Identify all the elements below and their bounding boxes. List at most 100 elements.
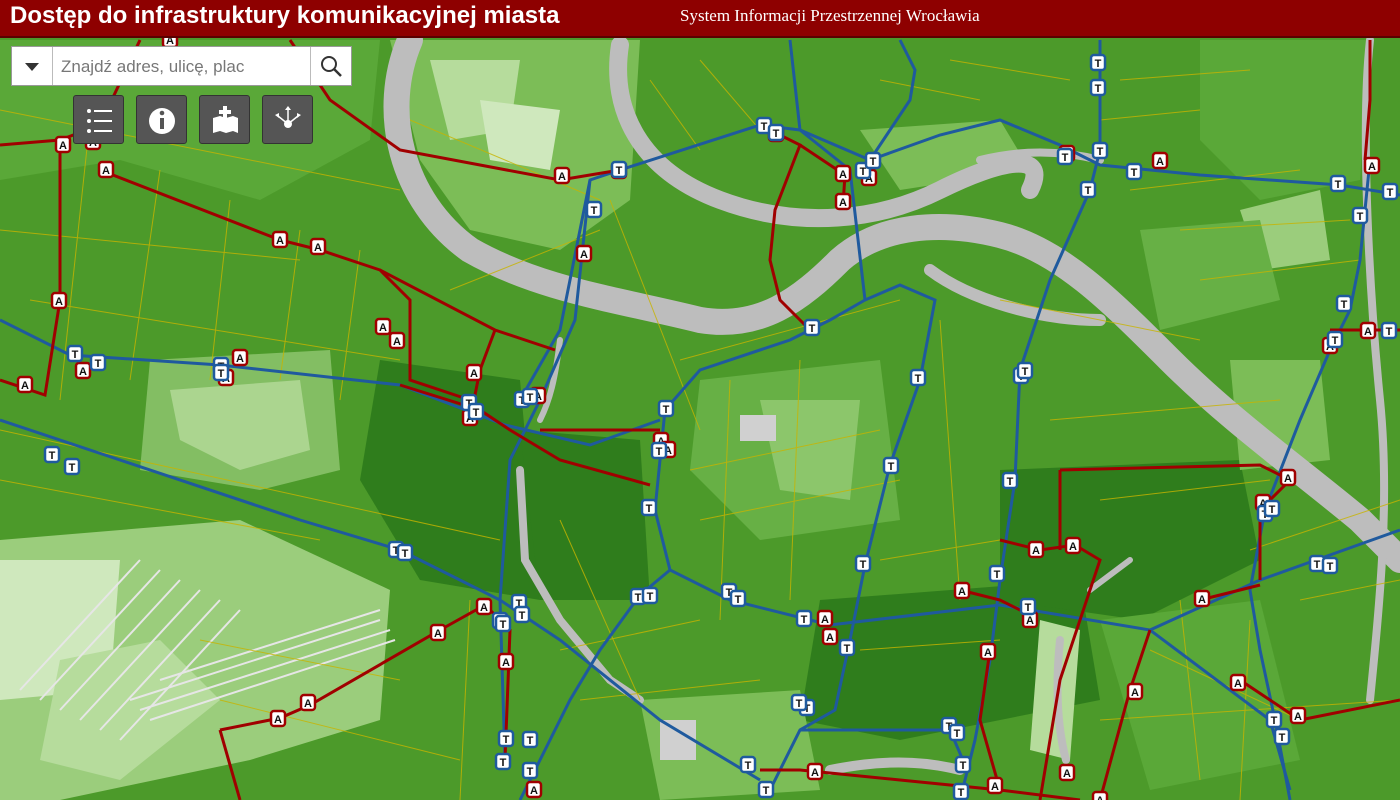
bus-stop-marker[interactable]: A xyxy=(834,164,852,183)
tram-stop-marker[interactable]: T xyxy=(1380,321,1398,340)
tram-stop-marker[interactable]: T xyxy=(1019,597,1037,616)
bus-stop-marker[interactable]: A xyxy=(299,693,317,712)
tram-stop-marker[interactable]: T xyxy=(954,755,972,774)
bus-stop-marker[interactable]: A xyxy=(269,709,287,728)
tram-stop-marker[interactable]: T xyxy=(838,638,856,657)
bus-stop-marker[interactable]: A xyxy=(50,291,68,310)
info-button[interactable] xyxy=(136,95,187,144)
tram-stop-marker[interactable]: T xyxy=(739,755,757,774)
bus-stop-marker[interactable]: A xyxy=(309,237,327,256)
bus-stop-marker[interactable]: A xyxy=(1289,706,1307,725)
bus-stop-marker[interactable]: A xyxy=(834,192,852,211)
tram-stop-marker[interactable]: T xyxy=(1089,78,1107,97)
tram-stop-marker[interactable]: T xyxy=(494,752,512,771)
bus-stop-marker[interactable]: A xyxy=(1359,321,1377,340)
tram-stop-marker[interactable]: T xyxy=(757,780,775,799)
tram-stop-marker[interactable]: T xyxy=(790,693,808,712)
tram-stop-marker[interactable]: T xyxy=(1335,294,1353,313)
bus-stop-marker[interactable]: A xyxy=(475,597,493,616)
tram-stop-marker[interactable]: T xyxy=(610,160,628,179)
bus-stop-marker[interactable]: A xyxy=(1027,540,1045,559)
tram-stop-marker[interactable]: T xyxy=(89,353,107,372)
search-source-dropdown[interactable] xyxy=(12,47,53,85)
map-canvas[interactable]: AAAAAAAAAAAAA AAAAAAAAAAAAAA AAAAAAAAAAAAA… xyxy=(0,38,1400,800)
bus-stop-marker[interactable]: A xyxy=(497,652,515,671)
bus-stop-marker[interactable]: A xyxy=(465,363,483,382)
tram-stop-marker[interactable]: T xyxy=(729,589,747,608)
bus-stop-marker[interactable]: A xyxy=(1058,763,1076,782)
bus-stop-marker[interactable]: A xyxy=(1229,673,1247,692)
tram-stop-marker[interactable]: T xyxy=(585,200,603,219)
bus-stop-marker[interactable]: A xyxy=(816,609,834,628)
bus-stop-marker[interactable]: A xyxy=(374,317,392,336)
tram-stop-marker[interactable]: T xyxy=(1321,556,1339,575)
tram-stop-marker[interactable]: T xyxy=(803,318,821,337)
bus-stop-marker[interactable]: A xyxy=(429,623,447,642)
bus-stop-marker[interactable]: A xyxy=(1091,790,1109,800)
tram-stop-marker[interactable]: T xyxy=(909,368,927,387)
tram-stop-marker[interactable]: T xyxy=(864,151,882,170)
tram-stop-marker[interactable]: T xyxy=(1273,727,1291,746)
tram-stop-marker[interactable]: T xyxy=(657,399,675,418)
tram-stop-marker[interactable]: T xyxy=(212,363,230,382)
tram-stop-marker[interactable]: T xyxy=(1263,499,1281,518)
tram-stop-marker[interactable]: T xyxy=(66,344,84,363)
tram-stop-marker[interactable]: T xyxy=(521,387,539,406)
tram-stop-marker[interactable]: T xyxy=(467,402,485,421)
bus-stop-marker[interactable]: A xyxy=(1279,468,1297,487)
tram-stop-marker[interactable]: T xyxy=(952,782,970,800)
tram-stop-marker[interactable]: T xyxy=(1125,162,1143,181)
tram-stop-marker[interactable]: T xyxy=(988,564,1006,583)
tram-stop-marker[interactable]: T xyxy=(1016,361,1034,380)
bus-stop-marker[interactable]: A xyxy=(1064,536,1082,555)
tram-stop-marker[interactable]: T xyxy=(882,456,900,475)
bus-stop-marker[interactable]: A xyxy=(16,375,34,394)
bus-stop-marker[interactable]: A xyxy=(575,244,593,263)
tram-stop-marker[interactable]: T xyxy=(640,498,658,517)
bus-stop-marker[interactable]: A xyxy=(271,230,289,249)
tram-stop-marker[interactable]: T xyxy=(63,457,81,476)
tram-stop-marker[interactable]: T xyxy=(1351,206,1369,225)
tram-stop-marker[interactable]: T xyxy=(396,543,414,562)
tram-stop-marker[interactable]: T xyxy=(1091,141,1109,160)
tram-stop-marker[interactable]: T xyxy=(494,614,512,633)
tram-stop-marker[interactable]: T xyxy=(641,586,659,605)
search-input[interactable] xyxy=(59,47,313,87)
bus-stop-marker[interactable]: A xyxy=(1126,682,1144,701)
bus-stop-marker[interactable]: A xyxy=(525,780,543,799)
tram-stop-marker[interactable]: T xyxy=(1056,147,1074,166)
bus-stop-marker[interactable]: A xyxy=(54,135,72,154)
bus-stop-marker[interactable]: A xyxy=(1363,156,1381,175)
bus-stop-marker[interactable]: A xyxy=(231,348,249,367)
tram-stop-marker[interactable]: T xyxy=(513,605,531,624)
layer-list-button[interactable] xyxy=(73,95,124,144)
share-button[interactable] xyxy=(262,95,313,144)
bus-stop-marker[interactable]: A xyxy=(986,776,1004,795)
search-button[interactable] xyxy=(310,47,351,85)
tram-stop-marker[interactable]: T xyxy=(854,554,872,573)
tram-stop-marker[interactable]: T xyxy=(1329,174,1347,193)
bus-stop-marker[interactable]: A xyxy=(1151,151,1169,170)
bus-stop-marker[interactable]: A xyxy=(388,331,406,350)
tram-stop-marker[interactable]: T xyxy=(1326,330,1344,349)
bus-stop-marker[interactable]: A xyxy=(1193,589,1211,608)
bus-stop-marker[interactable]: A xyxy=(821,627,839,646)
tram-stop-marker[interactable]: T xyxy=(521,761,539,780)
bus-stop-marker[interactable]: A xyxy=(74,361,92,380)
tram-stop-marker[interactable]: T xyxy=(650,441,668,460)
bus-stop-marker[interactable]: A xyxy=(97,160,115,179)
tram-stop-marker[interactable]: T xyxy=(1265,710,1283,729)
bus-stop-marker[interactable]: A xyxy=(553,166,571,185)
bus-stop-marker[interactable]: A xyxy=(806,762,824,781)
tram-stop-marker[interactable]: T xyxy=(948,723,966,742)
tram-stop-marker[interactable]: T xyxy=(1079,180,1097,199)
tram-stop-marker[interactable]: T xyxy=(795,609,813,628)
bus-stop-marker[interactable]: A xyxy=(979,642,997,661)
tram-stop-marker[interactable]: T xyxy=(1001,471,1019,490)
tram-stop-marker[interactable]: T xyxy=(43,445,61,464)
tram-stop-marker[interactable]: T xyxy=(767,123,785,142)
tram-stop-marker[interactable]: T xyxy=(1089,53,1107,72)
tram-stop-marker[interactable]: T xyxy=(521,730,539,749)
tram-stop-marker[interactable]: T xyxy=(497,729,515,748)
add-layer-button[interactable] xyxy=(199,95,250,144)
